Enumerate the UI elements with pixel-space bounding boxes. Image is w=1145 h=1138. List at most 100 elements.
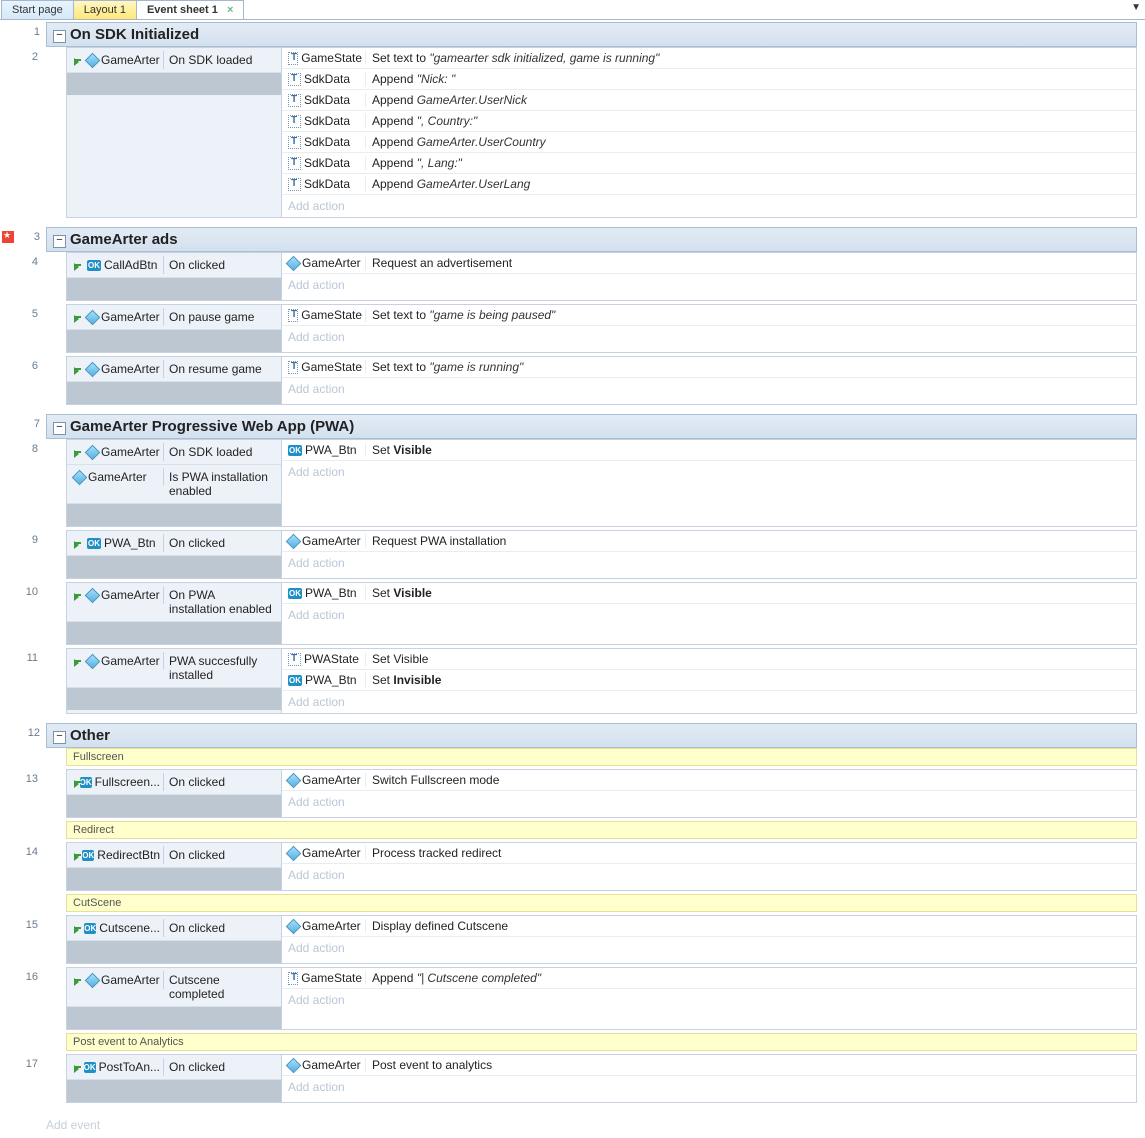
close-icon[interactable]: × — [227, 4, 233, 16]
comment-row[interactable]: Redirect — [66, 821, 1137, 839]
event-block[interactable]: GameArterPWA succesfully installedPWASta… — [66, 648, 1137, 714]
condition-text: On clicked — [164, 256, 277, 274]
action-row[interactable]: GameStateSet text to "game is running" — [282, 357, 1136, 378]
button-ok-icon: OK — [288, 675, 302, 686]
action-row[interactable]: GameArterRequest an advertisement — [282, 253, 1136, 274]
comment-row[interactable]: Post event to Analytics — [66, 1033, 1137, 1051]
event-block[interactable]: OKCutscene...On clickedGameArterDisplay … — [66, 915, 1137, 964]
action-object: GameArter — [287, 1058, 366, 1072]
event-block[interactable]: GameArterOn SDK loadedGameArterIs PWA in… — [66, 439, 1137, 527]
action-row[interactable]: SdkDataAppend ", Lang:" — [282, 153, 1136, 174]
button-ok-icon: OK — [84, 1062, 96, 1073]
action-row[interactable]: OKPWA_BtnSet Visible — [282, 440, 1136, 461]
action-row[interactable]: GameStateSet text to "game is being paus… — [282, 305, 1136, 326]
action-row[interactable]: GameArterProcess tracked redirect — [282, 843, 1136, 864]
condition-row[interactable]: GameArterOn pause game — [67, 305, 281, 330]
condition-row[interactable]: OKCutscene...On clicked — [67, 916, 281, 941]
action-row[interactable]: GameArterRequest PWA installation — [282, 531, 1136, 552]
tab-overflow-dropdown[interactable]: ▼ — [1131, 2, 1141, 13]
actions-column: OKPWA_BtnSet VisibleAdd action — [282, 440, 1136, 526]
add-action-link[interactable]: Add action — [282, 326, 1136, 348]
add-action-link[interactable]: Add action — [282, 989, 1136, 1011]
button-ok-icon: OK — [288, 588, 302, 599]
actions-column: GameArterProcess tracked redirectAdd act… — [282, 843, 1136, 890]
comment-row[interactable]: Fullscreen — [66, 748, 1137, 766]
text-t-icon — [288, 309, 298, 322]
condition-row[interactable]: GameArterIs PWA installation enabled — [67, 465, 281, 504]
add-action-link[interactable]: Add action — [282, 274, 1136, 296]
action-row[interactable]: GameStateSet text to "gamearter sdk init… — [282, 48, 1136, 69]
actions-column: GameArterPost event to analyticsAdd acti… — [282, 1055, 1136, 1102]
group-header[interactable]: −GameArter ads — [46, 227, 1137, 252]
event-number: 2 — [0, 47, 44, 218]
add-action-link[interactable]: Add action — [282, 791, 1136, 813]
condition-row[interactable]: GameArterCutscene completed — [67, 968, 281, 1007]
comment-row[interactable]: CutScene — [66, 894, 1137, 912]
collapse-toggle-icon[interactable]: − — [53, 235, 66, 248]
add-action-link[interactable]: Add action — [282, 604, 1136, 626]
condition-object: OKPWA_Btn — [71, 534, 164, 552]
event-block[interactable]: GameArterOn PWA installation enabledOKPW… — [66, 582, 1137, 645]
condition-row[interactable]: OKCallAdBtnOn clicked — [67, 253, 281, 278]
condition-row[interactable]: OKRedirectBtnOn clicked — [67, 843, 281, 868]
action-row[interactable]: GameArterDisplay defined Cutscene — [282, 916, 1136, 937]
condition-row[interactable]: GameArterOn PWA installation enabled — [67, 583, 281, 622]
collapse-toggle-icon[interactable]: − — [53, 731, 66, 744]
action-row[interactable]: OKPWA_BtnSet Visible — [282, 583, 1136, 604]
plugin-diamond-icon — [85, 972, 101, 988]
add-action-link[interactable]: Add action — [282, 378, 1136, 400]
trigger-arrow-icon — [74, 590, 84, 600]
event-block[interactable]: OKPostToAn...On clickedGameArterPost eve… — [66, 1054, 1137, 1103]
event-block[interactable]: GameArterOn SDK loadedGameStateSet text … — [66, 47, 1137, 218]
action-row[interactable]: SdkDataAppend GameArter.UserLang — [282, 174, 1136, 195]
action-row[interactable]: GameArterSwitch Fullscreen mode — [282, 770, 1136, 791]
tab-event-sheet-1[interactable]: Event sheet 1 × — [136, 0, 244, 19]
tab-layout-1[interactable]: Layout 1 — [73, 0, 137, 19]
add-action-link[interactable]: Add action — [282, 864, 1136, 886]
action-row[interactable]: GameStateAppend "| Cutscene completed" — [282, 968, 1136, 989]
action-row[interactable]: SdkDataAppend GameArter.UserNick — [282, 90, 1136, 111]
action-row[interactable]: SdkDataAppend GameArter.UserCountry — [282, 132, 1136, 153]
group-header[interactable]: −GameArter Progressive Web App (PWA) — [46, 414, 1137, 439]
condition-row[interactable]: GameArterOn SDK loaded — [67, 48, 281, 73]
add-action-link[interactable]: Add action — [282, 552, 1136, 574]
condition-row[interactable]: GameArterPWA succesfully installed — [67, 649, 281, 688]
condition-row[interactable]: OKPWA_BtnOn clicked — [67, 531, 281, 556]
add-action-link[interactable]: Add action — [282, 937, 1136, 959]
condition-row[interactable]: OKPostToAn...On clicked — [67, 1055, 281, 1080]
bookmark-icon[interactable] — [2, 231, 14, 243]
event-block[interactable]: OKPWA_BtnOn clickedGameArterRequest PWA … — [66, 530, 1137, 579]
event-block[interactable]: GameArterOn resume gameGameStateSet text… — [66, 356, 1137, 405]
group-number: 1 — [16, 22, 46, 47]
condition-row[interactable]: GameArterOn resume game — [67, 357, 281, 382]
add-action-link[interactable]: Add action — [282, 461, 1136, 483]
text-t-icon — [288, 73, 301, 86]
add-event-link[interactable]: Add event — [0, 1112, 1145, 1138]
action-row[interactable]: OKPWA_BtnSet Invisible — [282, 670, 1136, 691]
action-row[interactable]: SdkDataAppend "Nick: " — [282, 69, 1136, 90]
action-row[interactable]: SdkDataAppend ", Country:" — [282, 111, 1136, 132]
action-object: SdkData — [287, 72, 366, 86]
action-description: Set text to "gamearter sdk initialized, … — [366, 51, 1131, 65]
action-row[interactable]: GameArterPost event to analytics — [282, 1055, 1136, 1076]
collapse-toggle-icon[interactable]: − — [53, 30, 66, 43]
condition-row[interactable]: GameArterOn SDK loaded — [67, 440, 281, 465]
condition-text: On clicked — [164, 919, 277, 937]
tab-bar: Start page Layout 1 Event sheet 1 × ▼ — [0, 0, 1145, 20]
button-ok-icon: OK — [80, 777, 92, 788]
condition-row[interactable]: OKFullscreen...On clicked — [67, 770, 281, 795]
trigger-arrow-icon — [74, 447, 84, 457]
add-action-link[interactable]: Add action — [282, 1076, 1136, 1098]
event-block[interactable]: OKRedirectBtnOn clickedGameArterProcess … — [66, 842, 1137, 891]
event-block[interactable]: GameArterOn pause gameGameStateSet text … — [66, 304, 1137, 353]
event-block[interactable]: OKCallAdBtnOn clickedGameArterRequest an… — [66, 252, 1137, 301]
group-header[interactable]: −On SDK Initialized — [46, 22, 1137, 47]
group-header[interactable]: −Other — [46, 723, 1137, 748]
event-block[interactable]: OKFullscreen...On clickedGameArterSwitch… — [66, 769, 1137, 818]
event-block[interactable]: GameArterCutscene completedGameStateAppe… — [66, 967, 1137, 1030]
add-action-link[interactable]: Add action — [282, 691, 1136, 713]
tab-start-page[interactable]: Start page — [1, 0, 74, 19]
action-row[interactable]: PWAStateSet Visible — [282, 649, 1136, 670]
add-action-link[interactable]: Add action — [282, 195, 1136, 217]
collapse-toggle-icon[interactable]: − — [53, 422, 66, 435]
